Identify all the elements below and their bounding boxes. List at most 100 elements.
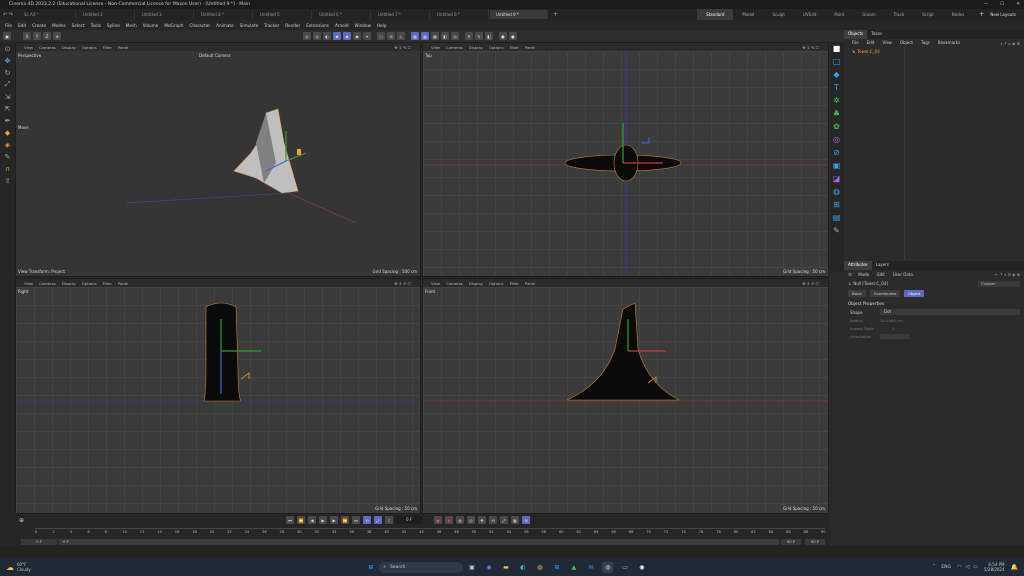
menu-spline[interactable]: Spline: [104, 23, 123, 28]
cloner-icon[interactable]: ♣: [832, 109, 841, 118]
hair-icon[interactable]: ♆: [465, 32, 473, 40]
sound-icon[interactable]: ♪: [385, 516, 393, 524]
new-tab-icon[interactable]: +: [549, 11, 562, 18]
goto-start-icon[interactable]: ⏮: [286, 516, 294, 524]
teleport-icon[interactable]: ●: [509, 32, 517, 40]
effector-icon[interactable]: ✿: [832, 122, 841, 131]
clock[interactable]: 6:54 PM 5/28/2024: [984, 562, 1005, 572]
transform-tool-icon[interactable]: ⇲: [3, 92, 12, 101]
new-layouts-button[interactable]: New Layouts: [990, 12, 1024, 17]
menu-mograph[interactable]: MoGraph: [161, 23, 186, 28]
current-frame-field[interactable]: 0 F: [395, 516, 423, 524]
tray-chevron-icon[interactable]: ˄: [933, 564, 936, 570]
obj-menu-file[interactable]: File: [848, 39, 863, 47]
knife-icon[interactable]: ◈: [3, 140, 12, 149]
menu-edit[interactable]: Edit: [15, 23, 29, 28]
undo-redo-icons[interactable]: ↶ ↷: [0, 12, 18, 18]
rotate-tool-icon[interactable]: ↻: [3, 68, 12, 77]
file-explorer-icon[interactable]: ▬: [500, 562, 511, 573]
record-icon[interactable]: ●: [434, 516, 442, 524]
param-key-icon[interactable]: ▦: [511, 516, 519, 524]
tab-objects[interactable]: Objects: [844, 30, 868, 39]
cinema4d-icon[interactable]: ◎: [602, 561, 614, 573]
obj-menu-bookmarks[interactable]: Bookmarks: [934, 39, 964, 47]
add-layout-icon[interactable]: +: [973, 11, 990, 18]
attr-menu-mode[interactable]: Mode: [854, 271, 873, 279]
layout-tab-paint[interactable]: Paint: [825, 9, 853, 20]
right-viewport[interactable]: View Cameras Display Options Filter Pane…: [15, 278, 421, 514]
layout-tab-model[interactable]: Model: [733, 9, 763, 20]
key-icon[interactable]: ◍: [456, 516, 464, 524]
doc-tab[interactable]: Untitled 7 *: [372, 10, 430, 19]
radius-field[interactable]: 10.0000 cm: [880, 318, 910, 323]
scene-icon[interactable]: ⊘: [832, 148, 841, 157]
render-view-icon[interactable]: ◎: [303, 32, 311, 40]
camera-icon[interactable]: ▣: [832, 161, 841, 170]
tab-layers[interactable]: Layers: [872, 261, 893, 270]
timeline-ruler[interactable]: 0 2 4 6 8 10 12 14 16 18 20 22 24 26 28 30 32 34 36 38 40 42 4…: [35, 528, 826, 536]
deformer-icon[interactable]: ✲: [832, 96, 841, 105]
end-frame-field-1[interactable]: 90 F: [781, 539, 801, 545]
doc-tab[interactable]: Untitled 4 *: [195, 10, 253, 19]
menu-render[interactable]: Render: [282, 23, 303, 28]
subtab-object[interactable]: Object: [904, 290, 925, 297]
start-icon[interactable]: ⊞: [365, 562, 376, 573]
layout-tab-sculpt[interactable]: Sculpt: [763, 9, 794, 20]
menu-extensions[interactable]: Extensions: [303, 23, 332, 28]
magnet-icon[interactable]: ∩: [3, 164, 12, 173]
menu-character[interactable]: Character: [186, 23, 213, 28]
doc-tab[interactable]: Untitled 6 *: [313, 10, 371, 19]
tag-icon[interactable]: ▤: [832, 213, 841, 222]
language-indicator[interactable]: ENG: [941, 565, 951, 570]
store-icon[interactable]: ⊞: [551, 562, 562, 573]
maximize-icon[interactable]: ☐: [1000, 0, 1004, 9]
menu-icon[interactable]: ≡: [848, 272, 852, 278]
pen-icon[interactable]: ✎: [832, 226, 841, 235]
render-settings-icon[interactable]: ◐: [323, 32, 331, 40]
object-row[interactable]: ↳ Tower.C_04: [844, 47, 1024, 55]
move-tool-icon[interactable]: ✥: [3, 56, 12, 65]
menu-help[interactable]: Help: [374, 23, 390, 28]
object-mode-icon[interactable]: ▣: [3, 32, 11, 40]
symmetry-icon[interactable]: ◎: [451, 32, 459, 40]
objects-search-icon[interactable]: ⌕ ↑ ⌂ ◈ ⊞: [1000, 41, 1020, 46]
axis-y-button[interactable]: Y: [33, 32, 41, 40]
keyframe-icon[interactable]: ⊕: [19, 517, 24, 524]
polygons-mode-icon[interactable]: ◆: [353, 32, 361, 40]
render-tag-icon[interactable]: ⊞: [832, 200, 841, 209]
top-viewport[interactable]: View Cameras Display Options Filter Pane…: [422, 42, 829, 277]
light-icon[interactable]: ◪: [832, 174, 841, 183]
menu-simulate[interactable]: Simulate: [237, 23, 262, 28]
doc-tab[interactable]: Sc.Ait *: [18, 10, 76, 19]
scale-key-icon[interactable]: ⤢: [500, 516, 508, 524]
layout-tab-script[interactable]: Script: [913, 9, 943, 20]
orientation-dropdown[interactable]: [880, 333, 910, 339]
obj-menu-view[interactable]: View: [878, 39, 896, 47]
prev-key-icon[interactable]: ⏪: [297, 516, 305, 524]
doc-tab[interactable]: Untitled 9 *: [490, 10, 548, 19]
obj-menu-tags[interactable]: Tags: [917, 39, 934, 47]
custom-dropdown[interactable]: Custom: [978, 280, 1020, 287]
layout-tab-groom[interactable]: Groom: [853, 9, 884, 20]
environment-icon[interactable]: ◍: [832, 187, 841, 196]
end-frame-field-2[interactable]: 90 F: [805, 539, 825, 545]
workplane-icon[interactable]: ▦: [411, 32, 419, 40]
sculpt-icon[interactable]: ✎: [475, 32, 483, 40]
scale-tool-icon[interactable]: ⤢: [3, 80, 12, 89]
field-icon[interactable]: ◎: [832, 135, 841, 144]
obj-menu-object[interactable]: Object: [896, 39, 917, 47]
menu-file[interactable]: File: [2, 23, 15, 28]
lock-icon[interactable]: ⊘: [387, 32, 395, 40]
wifi-icon[interactable]: ◠: [957, 564, 961, 570]
select-icon[interactable]: ⇱: [3, 104, 12, 113]
subtab-basic[interactable]: Basic: [848, 290, 867, 297]
next-key-icon[interactable]: ⏩: [341, 516, 349, 524]
doc-tab[interactable]: Untitled 3: [136, 10, 194, 19]
tab-attributes[interactable]: Attributes: [844, 261, 872, 270]
object-name[interactable]: Tower.C_04: [857, 49, 879, 54]
close-icon[interactable]: ✕: [1016, 0, 1020, 9]
coordinate-system-icon[interactable]: ⊕: [53, 32, 61, 40]
axis-z-button[interactable]: Z: [43, 32, 51, 40]
layout-tab-nodes[interactable]: Nodes: [943, 9, 974, 20]
axis-x-button[interactable]: X: [23, 32, 31, 40]
